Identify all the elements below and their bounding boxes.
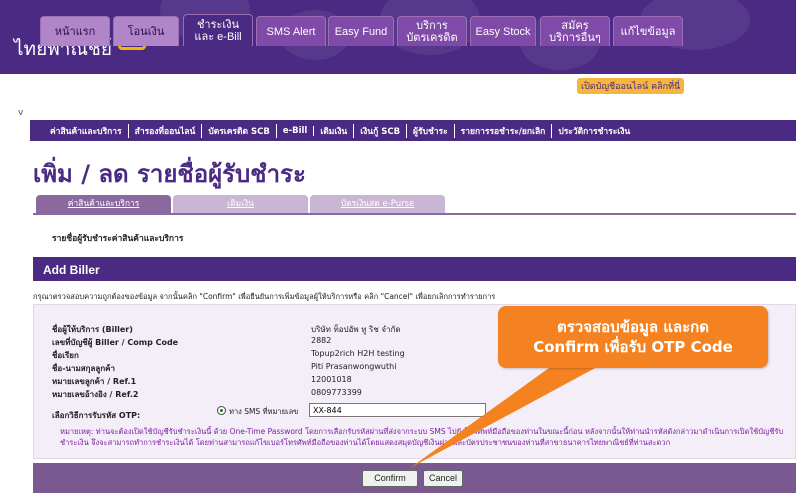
open-account-badge[interactable]: เปิดบัญชีออนไลน์ คลิกที่นี่ [577,78,685,94]
tab-edit-profile[interactable]: แก้ไขข้อมูล [613,16,683,46]
otp-sms-radio[interactable] [217,406,226,415]
note-text: หมายเหตุ: ท่านจะต้องเปิดใช้บัญชีรับชำระเ… [60,427,784,447]
instruction-text: กรุณาตรวจสอบความถูกต้องของข้อมูล จากนั้น… [33,292,496,301]
field-value: 12001018 [311,375,352,384]
version-mark: v [18,108,24,118]
field-value: 0809773399 [311,388,362,397]
add-biller-header: Add Biller [33,257,796,281]
sub-navigation: ค่าสินค้าและบริการ สำรองที่ออนไลน์ บัตรเ… [30,120,796,141]
field-value: 2882 [311,336,332,345]
field-label: เลขที่บัญชีผู้ Biller / Comp Code [52,338,179,347]
field-value: Topup2rich H2H testing [311,349,405,358]
otp-method-label: เลือกวิธีการรับรหัส OTP: [52,411,141,420]
subnav-history[interactable]: ประวัติการชำระเงิน [552,124,636,138]
subnav-scb-loan[interactable]: เงินกู้ SCB [354,123,408,138]
field-label: หมายเลขลูกค้า / Ref.1 [52,377,137,386]
tab-apply-services[interactable]: สมัคร บริการอื่นๆ [540,16,610,46]
subnav-billers[interactable]: ผู้รับชำระ [407,123,455,138]
callout-line-2: Confirm เพื่อรับ OTP Code [533,338,733,356]
tab-transfer[interactable]: โอนเงิน [113,16,179,46]
section-label: รายชื่อผู้รับชำระค่าสินค้าและบริการ [52,234,184,244]
confirm-button[interactable]: Confirm [362,470,418,487]
field-label: หมายเลขอ้างอิง / Ref.2 [52,390,139,399]
field-label: ชื่อผู้ให้บริการ (Biller) [52,325,133,334]
field-value: Piti Prasanwongwuthi [311,362,397,371]
subnav-scb-credit-card[interactable]: บัตรเครดิต SCB [202,123,277,138]
cancel-button[interactable]: Cancel [423,470,463,487]
page-title: เพิ่ม / ลด รายชื่อผู้รับชำระ [33,160,306,188]
callout-line-1: ตรวจสอบข้อมูล และกด [557,318,709,336]
otp-sms-label: ทาง SMS ที่หมายเลข [229,407,299,416]
tab-sms-alert[interactable]: SMS Alert [256,16,326,46]
tab-easy-fund[interactable]: Easy Fund [328,16,394,46]
instruction-callout: ตรวจสอบข้อมูล และกด Confirm เพื่อรับ OTP… [498,306,768,368]
tab-e-purse[interactable]: บัตรเงินสด e-Purse [310,195,445,213]
tab-top-up[interactable]: เติมเงิน [173,195,308,213]
tab-payment[interactable]: ชำระเงิน และ e-Bill [183,14,253,46]
field-value: บริษัท ท็อปอัพ ทู ริช จำกัด [311,325,401,334]
subnav-pending[interactable]: รายการรอชำระ/ยกเลิก [455,123,553,138]
field-label: ชื่อเรียก [52,351,79,360]
subnav-goods-services[interactable]: ค่าสินค้าและบริการ [44,123,129,138]
tab-divider [33,213,796,215]
field-label: ชื่อ-นามสกุลลูกค้า [52,364,116,373]
subnav-e-bill[interactable]: e-Bill [277,125,315,136]
tab-easy-stock[interactable]: Easy Stock [470,16,536,46]
otp-phone-field[interactable] [309,403,486,417]
subnav-top-up[interactable]: เติมเงิน [314,123,355,138]
tab-credit-card[interactable]: บริการ บัตรเครดิต [397,16,467,46]
tab-goods-services[interactable]: ค่าสินค้าและบริการ [36,195,171,213]
subnav-online-reserve[interactable]: สำรองที่ออนไลน์ [129,123,203,138]
tab-home[interactable]: หน้าแรก [40,16,110,46]
